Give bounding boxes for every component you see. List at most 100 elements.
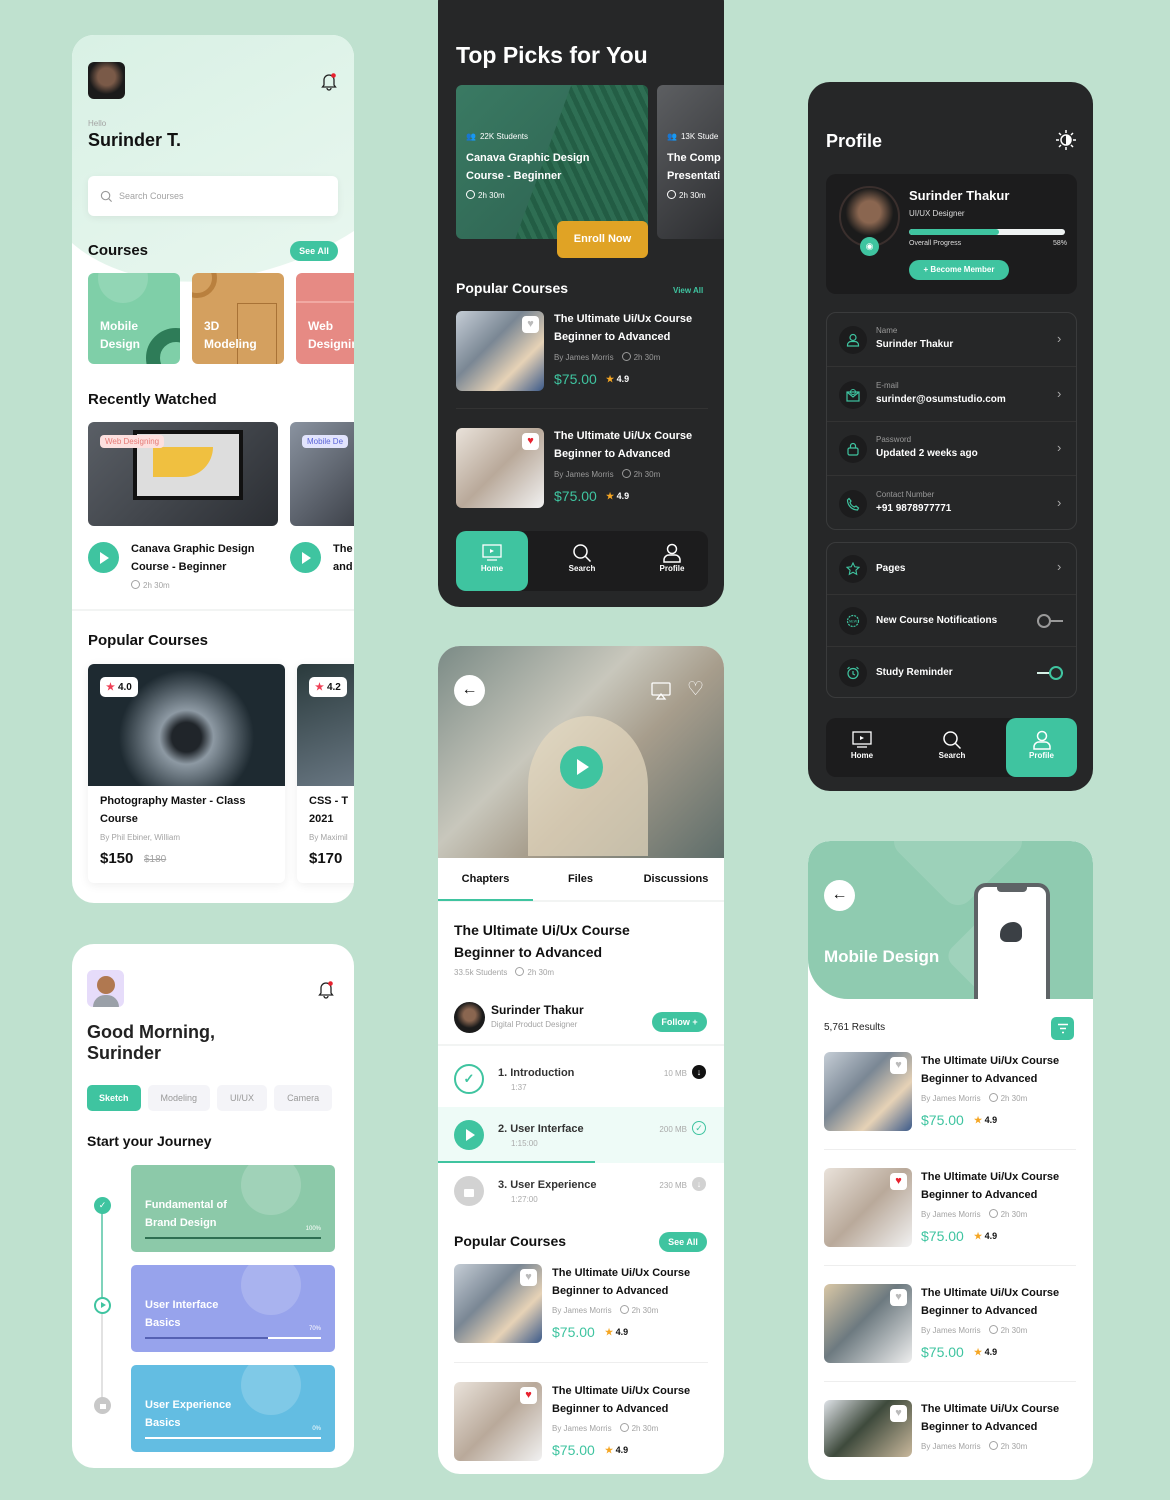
download-icon[interactable]: ↓	[692, 1177, 706, 1191]
profile-field-row[interactable]: Contact Number +91 9878977771 ›	[827, 477, 1076, 531]
instructor-avatar[interactable]	[454, 1002, 485, 1033]
recent-title[interactable]: The and	[333, 540, 354, 576]
rating-badge: ★ 4.0	[100, 677, 138, 697]
greeting-label: Hello	[88, 119, 107, 128]
filter-chip[interactable]: Modeling	[147, 1085, 211, 1111]
popular-courses-title: Popular Courses	[454, 1233, 567, 1249]
star-icon: ★	[106, 681, 115, 693]
tab-chapters[interactable]: Chapters	[438, 873, 533, 885]
course-list-item[interactable]: ♥ The Ultimate Ui/Ux Course Beginner to A…	[824, 1284, 1076, 1364]
clock-icon	[988, 1209, 998, 1218]
filter-chip[interactable]: UI/UX	[217, 1085, 268, 1111]
tab-discussions[interactable]: Discussions	[628, 873, 724, 885]
course-list-item[interactable]: ♥ The Ultimate Ui/Ux Course Beginner to …	[456, 311, 708, 391]
nav-home[interactable]: Home	[826, 718, 898, 777]
play-button[interactable]	[560, 746, 603, 789]
download-icon[interactable]: ↓	[692, 1065, 706, 1079]
heart-icon[interactable]: ♥	[890, 1173, 907, 1190]
category-title: Mobile Design	[824, 947, 940, 966]
nav-home[interactable]: Home	[456, 531, 528, 591]
bell-icon[interactable]	[319, 71, 339, 91]
back-button[interactable]: ←	[824, 880, 855, 911]
see-all-button[interactable]: See All	[659, 1232, 707, 1252]
view-all-link[interactable]: View All	[673, 286, 703, 295]
pick-card[interactable]: 👥 22K Students Canava Graphic Design Cour…	[456, 85, 648, 239]
heart-icon[interactable]: ♥	[890, 1289, 907, 1306]
nav-search[interactable]: Search	[916, 718, 988, 777]
back-button[interactable]: ←	[454, 675, 485, 706]
pick-card[interactable]: 👥 13K Stude The Comp Presentati 2h 30m	[657, 85, 724, 239]
chevron-right-icon: ›	[1057, 385, 1062, 401]
search-input[interactable]: Search Courses	[88, 176, 338, 216]
become-member-button[interactable]: + Become Member	[909, 260, 1009, 280]
journey-step-card[interactable]: User Experience Basics 0%	[131, 1365, 335, 1452]
heart-icon[interactable]: ♥	[520, 1269, 537, 1286]
settings-row[interactable]: Study Reminder	[827, 647, 1076, 699]
see-all-button[interactable]: See All	[290, 241, 338, 261]
step-locked-icon	[94, 1397, 111, 1414]
play-button[interactable]	[290, 542, 321, 573]
lock-icon	[454, 1176, 484, 1206]
chapter-time: 1:37	[511, 1083, 527, 1092]
course-list-item[interactable]: ♥ The Ultimate Ui/Ux Course Beginner to …	[456, 428, 708, 508]
theme-toggle-icon[interactable]	[1056, 130, 1076, 150]
category-web-designing[interactable]: Web Designing	[296, 273, 354, 364]
popular-course-card[interactable]: ★ 4.0 Photography Master - Class Course B…	[88, 664, 285, 883]
filter-button[interactable]	[1051, 1017, 1074, 1040]
chapter-row[interactable]: 2. User Interface 1:15:00 200 MB ✓	[438, 1107, 724, 1163]
heart-icon[interactable]: ♥	[890, 1057, 907, 1074]
settings-row[interactable]: Pages ›	[827, 543, 1076, 595]
star-icon: ★	[974, 1347, 983, 1357]
toggle-switch[interactable]	[1037, 666, 1063, 680]
pick-duration: 2h 30m	[667, 190, 706, 200]
recent-title[interactable]: Canava Graphic Design Course - Beginner	[131, 540, 271, 576]
recent-card[interactable]: Mobile De	[290, 422, 354, 526]
journey-step-card[interactable]: User Interface Basics 70%	[131, 1265, 335, 1352]
category-3d-modeling[interactable]: 3D Modeling	[192, 273, 284, 364]
profile-field-row[interactable]: Password Updated 2 weeks ago ›	[827, 422, 1076, 476]
chapter-row[interactable]: ✓ 1. Introduction 1:37 10 MB ↓	[438, 1051, 724, 1107]
bottom-nav: Home Search Profile	[456, 531, 708, 591]
settings-row[interactable]: NEW New Course Notifications	[827, 595, 1076, 647]
nav-profile[interactable]: Profile	[1006, 718, 1077, 777]
course-meta: By James Morris 2h 30m	[921, 1209, 1028, 1219]
avatar[interactable]	[88, 62, 125, 99]
enroll-now-button[interactable]: Enroll Now	[557, 221, 648, 258]
avatar[interactable]	[87, 970, 124, 1007]
profile-field-row[interactable]: Name Surinder Thakur ›	[827, 313, 1076, 367]
recent-card[interactable]: Web Designing	[88, 422, 278, 526]
follow-button[interactable]: Follow +	[652, 1012, 707, 1032]
category-mobile-design[interactable]: Mobile Design	[88, 273, 180, 364]
course-list-item[interactable]: ♥ The Ultimate Ui/Ux Course Beginner to A…	[824, 1400, 1076, 1480]
chapter-row[interactable]: 3. User Experience 1:27:00 230 MB ↓	[438, 1163, 724, 1219]
heart-icon[interactable]: ♥	[890, 1405, 907, 1422]
journey-step-card[interactable]: Fundamental of Brand Design 100%	[131, 1165, 335, 1252]
camera-icon[interactable]: ◉	[860, 237, 879, 256]
course-list-item[interactable]: ♥ The Ultimate Ui/Ux Course Beginner to A…	[824, 1052, 1076, 1132]
popular-course-card[interactable]: ★ 4.2 CSS - T 2021 By Maximil $170	[297, 664, 354, 883]
nav-search[interactable]: Search	[546, 531, 618, 591]
course-old-price: $180	[144, 854, 167, 865]
cast-icon[interactable]	[651, 682, 671, 700]
course-list-item[interactable]: ♥ The Ultimate Ui/Ux Course Beginner to …	[454, 1382, 708, 1462]
tab-files[interactable]: Files	[533, 873, 628, 885]
heart-icon[interactable]: ♥	[522, 316, 539, 333]
heart-icon[interactable]: ♥	[520, 1387, 537, 1404]
course-rating: ★ 4.9	[605, 1445, 629, 1455]
course-list-item[interactable]: ♥ The Ultimate Ui/Ux Course Beginner to A…	[824, 1168, 1076, 1248]
course-title: CSS - T 2021	[309, 795, 349, 825]
divider	[456, 408, 708, 409]
nav-profile[interactable]: Profile	[636, 531, 708, 591]
phone-illustration	[974, 883, 1050, 999]
toggle-switch[interactable]	[1037, 614, 1063, 628]
filter-chip[interactable]: Camera	[274, 1085, 333, 1111]
heart-icon[interactable]: ♥	[522, 433, 539, 450]
recent-duration: 2h 30m	[131, 580, 170, 590]
profile-field-row[interactable]: E-mail surinder@osumstudio.com ›	[827, 368, 1076, 422]
play-button[interactable]	[88, 542, 119, 573]
filter-chip[interactable]: Sketch	[87, 1085, 141, 1111]
heart-icon[interactable]: ♡	[687, 680, 704, 699]
bell-icon[interactable]	[316, 979, 336, 999]
course-list-item[interactable]: ♥ The Ultimate Ui/Ux Course Beginner to …	[454, 1264, 708, 1344]
account-fields: Name Surinder Thakur › E-mail surinder@osums…	[826, 312, 1077, 530]
